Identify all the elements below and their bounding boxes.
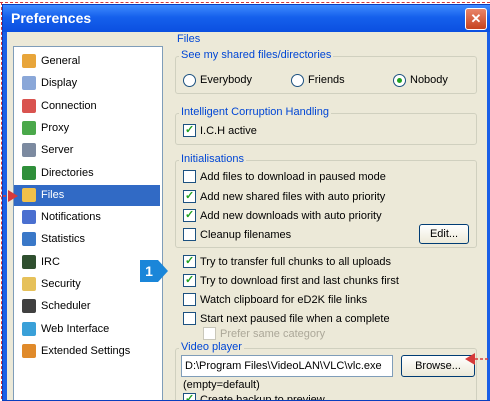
- notifications-icon: [22, 210, 36, 225]
- close-button[interactable]: ✕: [465, 8, 487, 30]
- directories-icon: [22, 165, 36, 180]
- sidebar-item-extended-settings[interactable]: Extended Settings: [14, 341, 160, 362]
- create-backup-check-icon: [183, 391, 196, 400]
- sidebar-item-server[interactable]: Server: [14, 140, 160, 161]
- connection-icon: [22, 98, 36, 113]
- sidebar-item-scheduler[interactable]: Scheduler: [14, 296, 160, 317]
- general-icon: [22, 54, 36, 68]
- sidebar-item-display[interactable]: Display: [14, 73, 160, 94]
- radio-friends-icon: [291, 74, 304, 87]
- callout-badge: 1: [140, 260, 158, 282]
- sidebar-item-files[interactable]: Files: [14, 184, 160, 206]
- radio-everybody-icon: [183, 74, 196, 87]
- sidebar-item-label: Security: [41, 278, 81, 290]
- prefer-same-label: Prefer same category: [220, 328, 326, 340]
- sidebar-item-connection[interactable]: Connection: [14, 96, 160, 117]
- radio-friends-label: Friends: [308, 74, 345, 86]
- files-pointer-arrow-icon: [0, 190, 18, 202]
- radio-nobody-icon: [393, 74, 406, 87]
- start-next-label: Start next paused file when a complete: [200, 313, 390, 325]
- security-icon: [22, 277, 36, 291]
- ich-group-label: Intelligent Corruption Handling: [179, 106, 331, 118]
- transfer-chunks-label: Try to transfer full chunks to all uploa…: [200, 256, 391, 268]
- sidebar-item-notifications[interactable]: Notifications: [14, 207, 160, 228]
- sidebar-item-label: Proxy: [41, 121, 70, 134]
- close-icon: ✕: [470, 11, 482, 26]
- download-first-last-label: Try to download first and last chunks fi…: [200, 275, 399, 287]
- downloads-auto-check-icon: [183, 207, 196, 223]
- sidebar-item-web-interface[interactable]: Web Interface: [14, 319, 160, 340]
- server-icon: [22, 143, 36, 158]
- proxy-icon: [22, 120, 36, 135]
- sidebar-item-statistics[interactable]: Statistics: [14, 229, 160, 250]
- category-list: General Display Connection Proxy Server Direc…: [13, 46, 163, 400]
- watch-clipboard-check-icon: [183, 293, 196, 306]
- sidebar-item-proxy[interactable]: Proxy: [14, 118, 160, 139]
- shared-auto-label: Add new shared files with auto priority: [200, 191, 386, 203]
- statistics-icon: [22, 232, 36, 247]
- files-panel-body: Files See my shared files/directories Ev…: [171, 32, 487, 400]
- sidebar-item-label: Web Interface: [41, 322, 110, 335]
- callout-arrow-icon: [158, 260, 168, 282]
- paused-mode-label: Add files to download in paused mode: [200, 171, 386, 183]
- watch-clipboard-label: Watch clipboard for eD2K file links: [200, 294, 368, 306]
- create-backup-label: Create backup to preview: [200, 394, 325, 401]
- browse-button[interactable]: Browse...: [401, 355, 475, 377]
- title-bar: Preferences ✕: [3, 5, 490, 32]
- shared-files-group-label: See my shared files/directories: [179, 49, 334, 61]
- sidebar-item-label: Directories: [41, 166, 94, 179]
- video-player-path-input[interactable]: D:\Program Files\VideoLAN\VLC\vlc.exe: [181, 355, 393, 377]
- radio-everybody-label: Everybody: [200, 74, 252, 86]
- empty-default-label: (empty=default): [183, 379, 260, 391]
- cleanup-check-icon: [183, 228, 196, 241]
- sidebar-item-label: Statistics: [41, 233, 86, 246]
- initialisations-group-label: Initialisations: [179, 153, 246, 165]
- sidebar-item-label: Extended Settings: [41, 344, 131, 357]
- sidebar-item-security[interactable]: Security: [14, 274, 160, 295]
- transfer-chunks-check-icon: [183, 253, 196, 269]
- preferences-window: Preferences ✕ General Display Connection Pr…: [2, 4, 490, 401]
- extended-settings-icon: [22, 343, 36, 358]
- sidebar-item-label: Server: [41, 144, 74, 157]
- sidebar-item-general[interactable]: General: [14, 51, 160, 72]
- sidebar-item-irc[interactable]: IRC: [14, 252, 160, 273]
- ich-active-check-icon: [183, 122, 196, 138]
- dashed-border-top: [0, 2, 490, 3]
- cleanup-label: Cleanup filenames: [200, 229, 292, 241]
- sidebar-item-label: Connection: [41, 99, 97, 112]
- web-interface-icon: [22, 321, 36, 336]
- video-player-group-label: Video player: [179, 341, 244, 353]
- start-next-check-icon: [183, 312, 196, 325]
- browse-pointer-arrow-icon: [465, 353, 489, 365]
- files-icon: [22, 187, 36, 202]
- scheduler-icon: [22, 299, 36, 314]
- prefer-same-check-icon: [203, 327, 216, 340]
- files-section-label: Files: [175, 33, 203, 45]
- sidebar-item-label: Display: [41, 77, 78, 90]
- sidebar-item-label: IRC: [41, 255, 60, 268]
- display-icon: [22, 76, 36, 91]
- files-panel: Files See my shared files/directories Ev…: [171, 32, 487, 400]
- edit-button[interactable]: Edit...: [419, 224, 469, 244]
- shared-auto-check-icon: [183, 188, 196, 204]
- ich-active-label: I.C.H active: [200, 125, 257, 137]
- downloads-auto-label: Add new downloads with auto priority: [200, 210, 382, 222]
- radio-nobody-label: Nobody: [410, 74, 448, 86]
- sidebar-item-label: General: [41, 55, 81, 67]
- download-first-last-check-icon: [183, 272, 196, 288]
- paused-mode-check-icon: [183, 170, 196, 183]
- irc-icon: [22, 254, 36, 269]
- client-area: General Display Connection Proxy Server Direc…: [7, 32, 487, 400]
- sidebar-item-label: Files: [41, 188, 65, 201]
- window-title: Preferences: [11, 10, 92, 26]
- sidebar-item-directories[interactable]: Directories: [14, 163, 160, 184]
- sidebar-item-label: Scheduler: [41, 300, 91, 313]
- sidebar-item-label: Notifications: [41, 211, 101, 224]
